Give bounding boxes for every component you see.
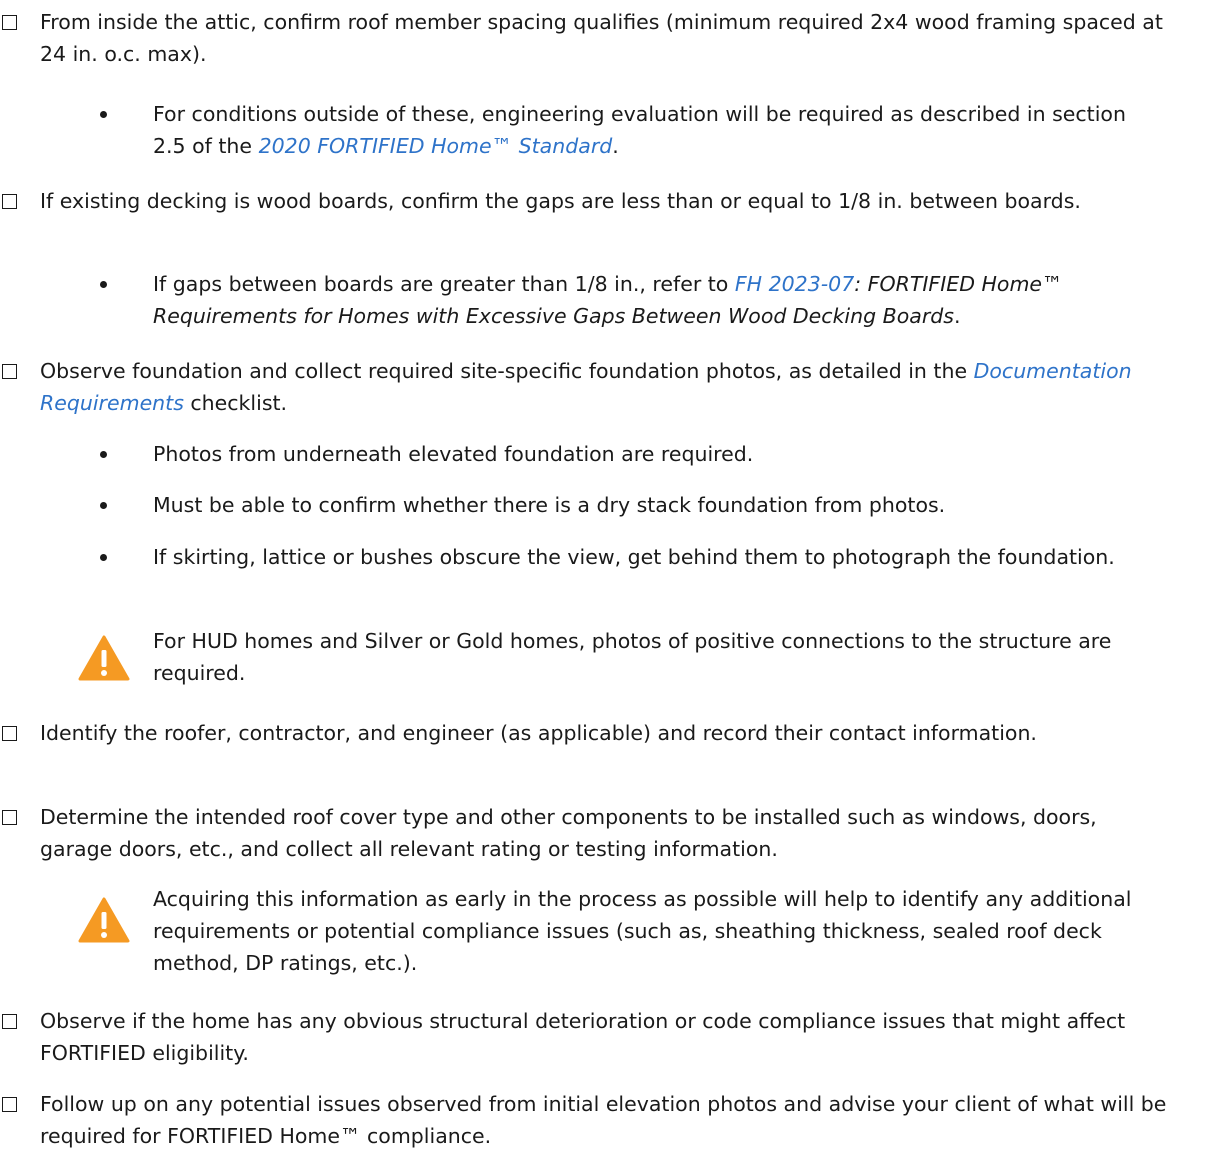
checkbox[interactable] — [2, 15, 17, 30]
bullet-dot-icon — [100, 281, 107, 288]
warning-text: Acquiring this information as early in t… — [153, 887, 1132, 975]
bullet-dot-icon — [100, 502, 107, 509]
checklist-item-text: Observe if the home has any obvious stru… — [40, 1009, 1126, 1065]
warning-text: For HUD homes and Silver or Gold homes, … — [153, 629, 1112, 685]
checkbox[interactable] — [2, 364, 17, 379]
warning-icon — [78, 635, 130, 681]
checkbox[interactable] — [2, 1097, 17, 1112]
checkbox[interactable] — [2, 194, 17, 209]
bullet-item: For conditions outside of these, enginee… — [100, 98, 1160, 162]
warning-note: Acquiring this information as early in t… — [78, 883, 1188, 979]
checklist-item-identify-contacts: Identify the roofer, contractor, and eng… — [0, 717, 1190, 749]
bullet-dot-icon — [100, 111, 107, 118]
bullet-item: Photos from underneath elevated foundati… — [100, 438, 1160, 470]
checklist-item-foundation: Observe foundation and collect required … — [0, 355, 1190, 419]
standard-link[interactable]: 2020 FORTIFIED Home™ Standard — [259, 134, 613, 158]
checkbox[interactable] — [2, 1014, 17, 1029]
checklist-item-follow-up: Follow up on any potential issues observ… — [0, 1088, 1190, 1152]
checklist-item-text: If existing decking is wood boards, conf… — [40, 189, 1081, 213]
fh-2023-07-link[interactable]: FH 2023-07 — [735, 272, 854, 296]
bullet-item: Must be able to confirm whether there is… — [100, 489, 1160, 521]
warning-note: For HUD homes and Silver or Gold homes, … — [78, 625, 1188, 689]
checkbox[interactable] — [2, 810, 17, 825]
bullet-item: If skirting, lattice or bushes obscure t… — [100, 541, 1160, 573]
checklist-item-text: Determine the intended roof cover type a… — [40, 805, 1097, 861]
bullet-dot-icon — [100, 554, 107, 561]
checkbox[interactable] — [2, 726, 17, 741]
warning-icon — [78, 897, 130, 943]
checklist-item-text: Follow up on any potential issues observ… — [40, 1092, 1167, 1148]
checklist-item-text: Identify the roofer, contractor, and eng… — [40, 721, 1037, 745]
checklist-item-structural: Observe if the home has any obvious stru… — [0, 1005, 1190, 1069]
bullet-item: If gaps between boards are greater than … — [100, 268, 1160, 332]
checklist-item-roof-spacing: From inside the attic, confirm roof memb… — [0, 6, 1190, 70]
checklist-item-roof-cover: Determine the intended roof cover type a… — [0, 801, 1190, 865]
checklist-item-text: From inside the attic, confirm roof memb… — [40, 10, 1163, 66]
bullet-dot-icon — [100, 451, 107, 458]
checklist-item-decking: If existing decking is wood boards, conf… — [0, 185, 1190, 217]
